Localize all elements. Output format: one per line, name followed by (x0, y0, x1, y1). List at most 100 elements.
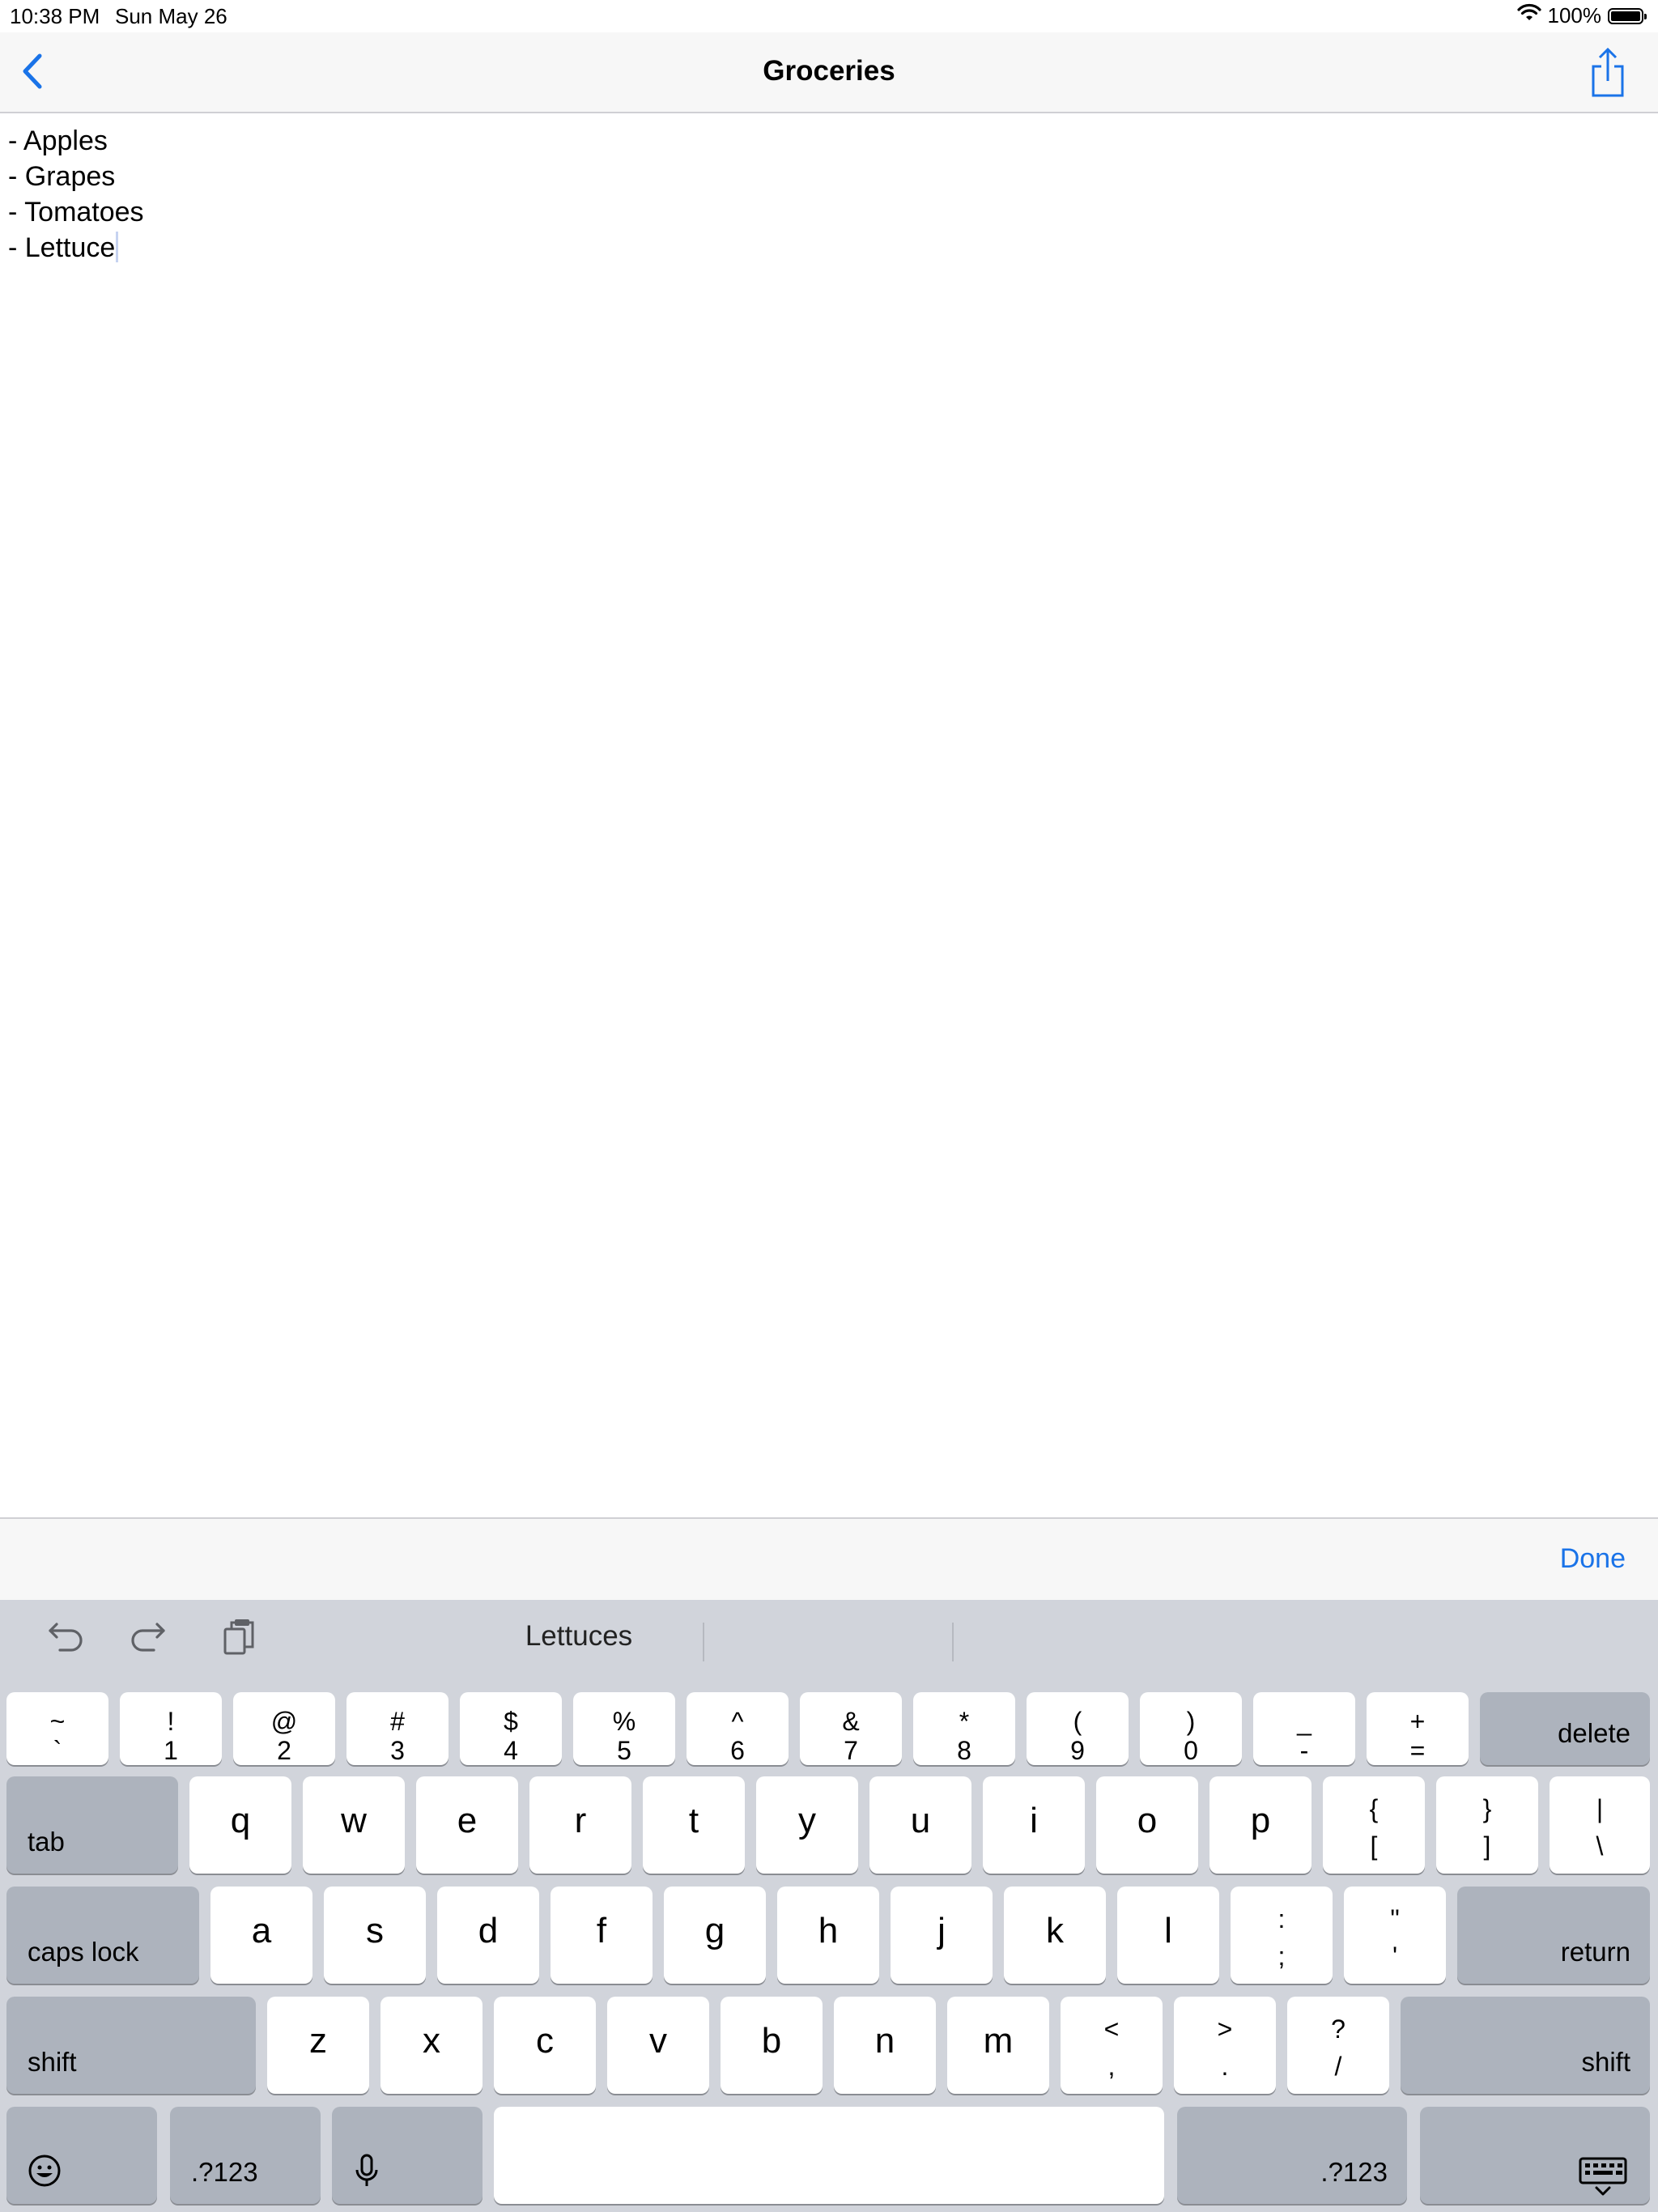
key-r[interactable]: r (529, 1776, 631, 1874)
key-n[interactable]: n (834, 1997, 936, 2094)
key-minus[interactable]: _ - (1253, 1692, 1355, 1765)
key-3[interactable]: # 3 (346, 1692, 449, 1765)
key-e[interactable]: e (416, 1776, 518, 1874)
shift-key-right[interactable]: shift (1401, 1997, 1650, 2094)
tab-key-label: tab (28, 1827, 65, 1857)
tab-key[interactable]: tab (6, 1776, 178, 1874)
key-c[interactable]: c (494, 1997, 596, 2094)
key-char: b (761, 2021, 782, 2061)
key-w[interactable]: w (303, 1776, 405, 1874)
key-right-bracket[interactable]: } ] (1436, 1776, 1538, 1874)
key-x[interactable]: x (380, 1997, 483, 2094)
space-bar[interactable] (494, 2107, 1164, 2204)
key-char: m (983, 2021, 1014, 2061)
key-char: s (366, 1911, 384, 1950)
done-button[interactable]: Done (1560, 1543, 1626, 1575)
key-bottom-char: 4 (504, 1736, 518, 1765)
key-1[interactable]: ! 1 (120, 1692, 222, 1765)
key-bottom-char: / (1334, 2052, 1342, 2081)
key-t[interactable]: t (643, 1776, 745, 1874)
note-text-area[interactable]: - Apples - Grapes - Tomatoes - Lettuce (8, 123, 1643, 266)
key-u[interactable]: u (869, 1776, 971, 1874)
key-q[interactable]: q (189, 1776, 291, 1874)
key-top-char: " (1390, 1904, 1400, 1933)
numbers-key-right[interactable]: .?123 (1177, 2107, 1407, 2204)
key-i[interactable]: i (983, 1776, 1085, 1874)
key-6[interactable]: ^ 6 (687, 1692, 789, 1765)
key-2[interactable]: @ 2 (233, 1692, 335, 1765)
key-l[interactable]: l (1117, 1887, 1219, 1984)
return-key[interactable]: return (1457, 1887, 1650, 1984)
key-0[interactable]: ) 0 (1140, 1692, 1242, 1765)
key-char: r (574, 1801, 587, 1840)
key-char: n (874, 2021, 895, 2061)
key-h[interactable]: h (777, 1887, 879, 1984)
keyboard-dismiss-key[interactable] (1420, 2107, 1650, 2204)
shift-key-left[interactable]: shift (6, 1997, 256, 2094)
key-y[interactable]: y (756, 1776, 858, 1874)
wifi-icon (1516, 3, 1541, 28)
key-4[interactable]: $ 4 (460, 1692, 562, 1765)
key-bottom-char: 6 (730, 1736, 745, 1765)
key-k[interactable]: k (1004, 1887, 1106, 1984)
key-bottom-char: 7 (844, 1736, 858, 1765)
key-f[interactable]: f (551, 1887, 653, 1984)
battery-percent: 100% (1547, 3, 1602, 28)
numbers-key-left[interactable]: .?123 (170, 2107, 321, 2204)
redo-icon[interactable] (130, 1618, 172, 1658)
key-char: p (1250, 1801, 1271, 1840)
suggestion-3[interactable] (954, 1600, 1205, 1673)
numbers-key-label: .?123 (1320, 2157, 1388, 2187)
key-bottom-char: , (1107, 2052, 1116, 2081)
key-v[interactable]: v (607, 1997, 709, 2094)
key-j[interactable]: j (891, 1887, 993, 1984)
key-quote[interactable]: " ' (1344, 1887, 1446, 1984)
dictation-key[interactable] (332, 2107, 483, 2204)
key-char: c (536, 2021, 554, 2061)
key-b[interactable]: b (721, 1997, 823, 2094)
key-9[interactable]: ( 9 (1027, 1692, 1129, 1765)
key-bottom-char: ' (1392, 1942, 1398, 1971)
emoji-icon (6, 2154, 157, 2188)
key-7[interactable]: & 7 (800, 1692, 902, 1765)
paste-icon[interactable] (219, 1618, 261, 1658)
key-left-bracket[interactable]: { [ (1323, 1776, 1425, 1874)
key-s[interactable]: s (324, 1887, 426, 1984)
key-char: v (649, 2021, 667, 2061)
return-key-label: return (1560, 1937, 1630, 1967)
key-char: o (1137, 1801, 1158, 1840)
key-d[interactable]: d (437, 1887, 539, 1984)
suggestion-1[interactable]: Lettuces (453, 1600, 704, 1673)
key-m[interactable]: m (947, 1997, 1049, 2094)
key-char: t (688, 1801, 699, 1840)
key-char: d (478, 1911, 499, 1950)
key-period[interactable]: > . (1174, 1997, 1276, 2094)
key-equals[interactable]: + = (1367, 1692, 1469, 1765)
key-char: e (457, 1801, 478, 1840)
emoji-key[interactable] (6, 2107, 157, 2204)
key-a[interactable]: a (210, 1887, 312, 1984)
key-5[interactable]: % 5 (573, 1692, 675, 1765)
suggestion-2[interactable] (704, 1600, 952, 1673)
key-z[interactable]: z (267, 1997, 369, 2094)
status-date: Sun May 26 (115, 4, 227, 28)
shift-key-label: shift (1581, 2047, 1630, 2077)
key-top-char: } (1482, 1794, 1492, 1823)
key-p[interactable]: p (1209, 1776, 1312, 1874)
key-top-char: ^ (731, 1707, 744, 1736)
key-bottom-char: 3 (390, 1736, 405, 1765)
key-8[interactable]: * 8 (913, 1692, 1015, 1765)
delete-key-label: delete (1558, 1718, 1630, 1748)
key-backslash[interactable]: | \ (1550, 1776, 1650, 1874)
key-o[interactable]: o (1096, 1776, 1198, 1874)
key-g[interactable]: g (664, 1887, 766, 1984)
share-button[interactable] (1587, 47, 1629, 99)
key-slash[interactable]: ? / (1287, 1997, 1389, 2094)
key-tilde[interactable]: ~ ` (6, 1692, 108, 1765)
caps-lock-key[interactable]: caps lock (6, 1887, 199, 1984)
key-comma[interactable]: < , (1061, 1997, 1163, 2094)
delete-key[interactable]: delete (1480, 1692, 1650, 1765)
key-top-char: ! (167, 1707, 175, 1736)
undo-icon[interactable] (42, 1618, 84, 1658)
key-semicolon[interactable]: : ; (1231, 1887, 1333, 1984)
